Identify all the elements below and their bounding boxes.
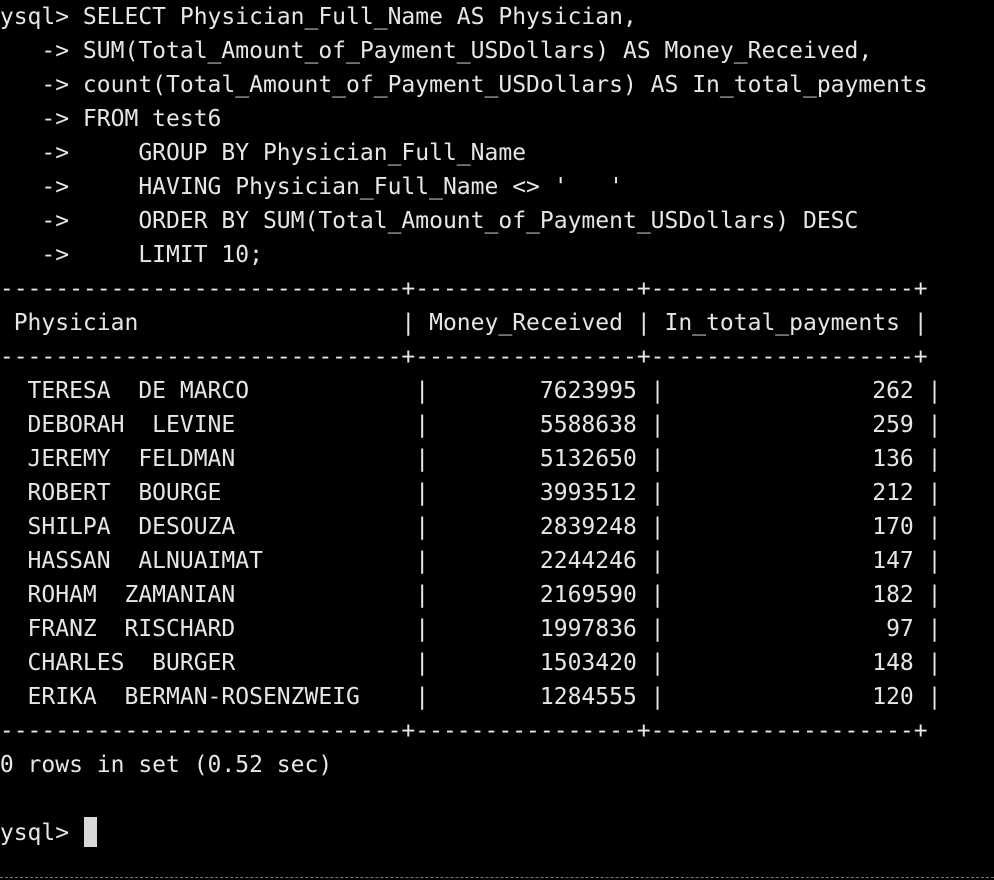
table-row: | JEREMY FELDMAN | 5132650 | 136 | <box>0 446 942 472</box>
table-row: | DEBORAH LEVINE | 5588638 | 259 | <box>0 412 942 438</box>
table-row: | ROHAM ZAMANIAN | 2169590 | 182 | <box>0 582 942 608</box>
table-row: | TERESA DE MARCO | 7623995 | 262 | <box>0 378 942 404</box>
table-row: | FRANZ RISCHARD | 1997836 | 97 | <box>0 616 942 642</box>
table-row: | CHARLES BURGER | 1503420 | 148 | <box>0 650 942 676</box>
table-border-mid: +-----------------------------+---------… <box>0 344 928 370</box>
query-line: -> SUM(Total_Amount_of_Payment_USDollars… <box>0 38 873 64</box>
query-line: mysql> SELECT Physician_Full_Name AS Phy… <box>0 4 637 30</box>
terminal-window[interactable]: mysql> SELECT Physician_Full_Name AS Phy… <box>0 0 994 880</box>
query-line: -> GROUP BY Physician_Full_Name <box>0 140 527 166</box>
prompt-label: mysql> <box>0 820 70 846</box>
text-cursor <box>83 817 97 847</box>
query-line: -> LIMIT 10; <box>0 242 263 268</box>
query-line: -> count(Total_Amount_of_Payment_USDolla… <box>0 72 928 98</box>
query-line: -> ORDER BY SUM(Total_Amount_of_Payment_… <box>0 208 859 234</box>
table-header: | Physician | Money_Received | In_total_… <box>0 310 928 336</box>
result-summary: 10 rows in set (0.52 sec) <box>0 752 333 778</box>
query-line: -> HAVING Physician_Full_Name <> ' ' <box>0 174 623 200</box>
query-line: -> FROM test6 <box>0 106 222 132</box>
window-bottom-edge <box>0 877 994 878</box>
command-prompt-line[interactable]: mysql> <box>0 816 994 850</box>
table-border-top: +-----------------------------+---------… <box>0 276 928 302</box>
table-row: | HASSAN ALNUAIMAT | 2244246 | 147 | <box>0 548 942 574</box>
table-border-bottom: +-----------------------------+---------… <box>0 718 928 744</box>
table-row: | SHILPA DESOUZA | 2839248 | 170 | <box>0 514 942 540</box>
table-row: | ERIKA BERMAN-ROSENZWEIG | 1284555 | 12… <box>0 684 942 710</box>
table-row: | ROBERT BOURGE | 3993512 | 212 | <box>0 480 942 506</box>
